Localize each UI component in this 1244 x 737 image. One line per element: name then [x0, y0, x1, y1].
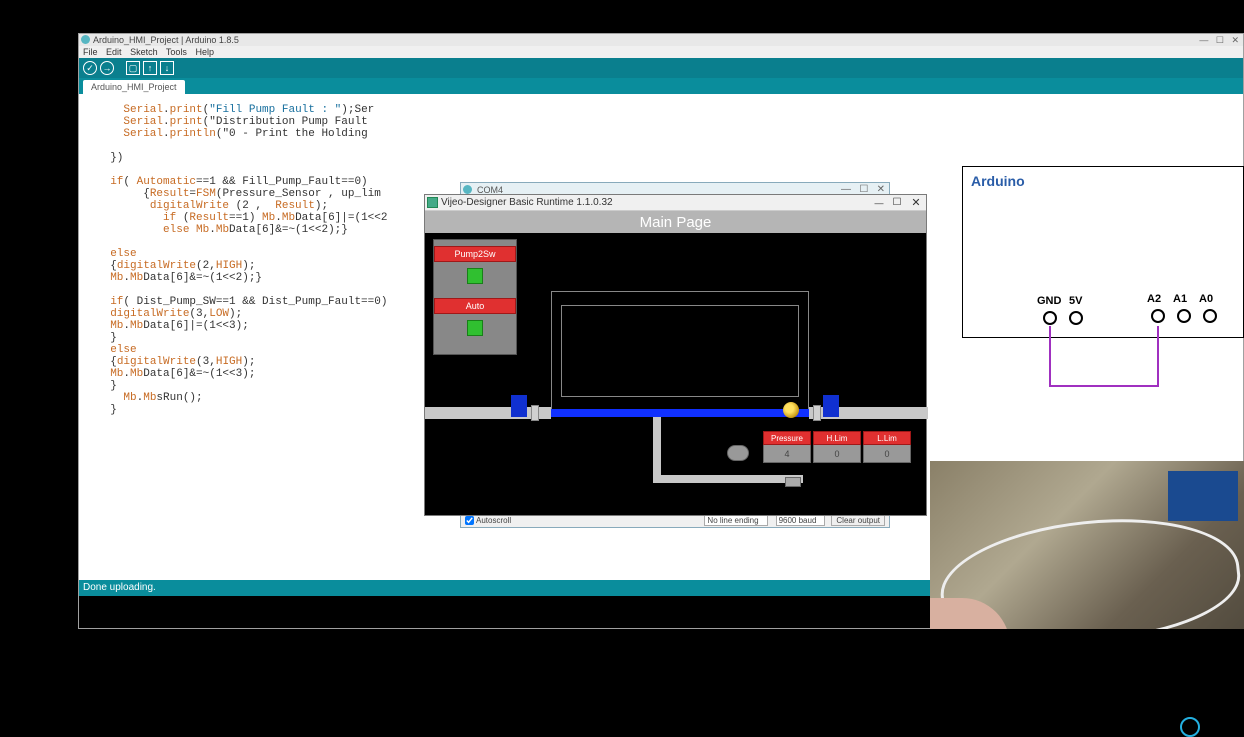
hmi-canvas: Pump2Sw Auto Pressure 4 H.Lim 0 L.Lim [425, 233, 926, 515]
hlim-value: 0 [813, 445, 861, 463]
ide-tabrow: Arduino_HMI_Project [79, 78, 1243, 94]
v5-label: 5V [1069, 295, 1082, 307]
llim-readout: L.Lim 0 [863, 431, 911, 463]
hlim-readout: H.Lim 0 [813, 431, 861, 463]
menu-tools[interactable]: Tools [166, 47, 187, 57]
autoscroll-input[interactable] [465, 516, 474, 525]
ide-title: Arduino_HMI_Project | Arduino 1.8.5 [93, 35, 239, 45]
cursor-highlight [783, 402, 799, 418]
flange-right [813, 405, 821, 421]
upload-button[interactable]: → [100, 61, 114, 75]
sketch-tab[interactable]: Arduino_HMI_Project [83, 80, 185, 94]
line-ending-select[interactable]: No line ending [704, 515, 767, 526]
vijeo-icon [427, 197, 438, 208]
pressure-value: 4 [763, 445, 811, 463]
slider-thumb[interactable] [785, 477, 801, 487]
wire-vert-left [1049, 326, 1051, 387]
llim-label: L.Lim [863, 431, 911, 445]
hmi-minimize[interactable]: — [872, 195, 886, 211]
sensor-pipe-h [653, 475, 803, 483]
ide-window-buttons[interactable]: — ☐ ✕ [1199, 34, 1239, 46]
arduino-schematic: Arduino GND 5V A2 A1 A0 [962, 166, 1244, 338]
sensor-pipe-v [653, 417, 661, 475]
wire-vert-right [1157, 326, 1159, 387]
a0-label: A0 [1199, 293, 1213, 305]
llim-value: 0 [863, 445, 911, 463]
ide-menu[interactable]: File Edit Sketch Tools Help [79, 46, 1243, 58]
hmi-titlebar: Vijeo-Designer Basic Runtime 1.1.0.32 — … [425, 195, 926, 211]
arduino-icon [463, 185, 472, 194]
a2-pin [1151, 309, 1165, 323]
schematic-label: Arduino [971, 173, 1025, 189]
record-indicator [1180, 717, 1200, 737]
autoscroll-label: Autoscroll [476, 516, 511, 525]
pump2-led [467, 268, 483, 284]
new-button[interactable]: ▢ [126, 61, 140, 75]
open-button[interactable]: ↑ [143, 61, 157, 75]
pressure-label: Pressure [763, 431, 811, 445]
ide-titlebar: Arduino_HMI_Project | Arduino 1.8.5 — ☐ … [79, 34, 1243, 46]
a0-pin [1203, 309, 1217, 323]
menu-sketch[interactable]: Sketch [130, 47, 158, 57]
hmi-page-title: Main Page [425, 211, 926, 233]
auto-button[interactable]: Auto [434, 298, 516, 314]
gnd-label: GND [1037, 295, 1061, 307]
clear-output-button[interactable]: Clear output [831, 515, 885, 526]
valve-right [823, 395, 839, 417]
valve-left [511, 395, 527, 417]
pump2sw-button[interactable]: Pump2Sw [434, 246, 516, 262]
hmi-close[interactable]: ✕ [909, 195, 923, 211]
auto-led [467, 320, 483, 336]
a2-label: A2 [1147, 293, 1161, 305]
autoscroll-checkbox[interactable]: Autoscroll [465, 516, 511, 525]
arduino-board [1168, 471, 1238, 521]
verify-button[interactable]: ✓ [83, 61, 97, 75]
a1-label: A1 [1173, 293, 1187, 305]
tank-inner [561, 305, 799, 397]
pressure-sensor-icon [727, 445, 749, 461]
pressure-readout: Pressure 4 [763, 431, 811, 463]
menu-help[interactable]: Help [195, 47, 214, 57]
tank-level-bar [551, 409, 809, 417]
flange-left [531, 405, 539, 421]
wire-horiz [1049, 385, 1159, 387]
baud-select[interactable]: 9600 baud [776, 515, 826, 526]
hmi-title-text: Vijeo-Designer Basic Runtime 1.1.0.32 [441, 197, 613, 208]
hlim-label: H.Lim [813, 431, 861, 445]
hmi-window: Vijeo-Designer Basic Runtime 1.1.0.32 — … [424, 194, 927, 516]
menu-edit[interactable]: Edit [106, 47, 122, 57]
control-panel: Pump2Sw Auto [433, 239, 517, 355]
arduino-icon [81, 35, 90, 44]
save-button[interactable]: ↓ [160, 61, 174, 75]
ide-toolbar: ✓ → ▢ ↑ ↓ [79, 58, 1243, 78]
v5-pin [1069, 311, 1083, 325]
gnd-pin [1043, 311, 1057, 325]
menu-file[interactable]: File [83, 47, 98, 57]
a1-pin [1177, 309, 1191, 323]
hmi-maximize[interactable]: ☐ [890, 195, 904, 211]
